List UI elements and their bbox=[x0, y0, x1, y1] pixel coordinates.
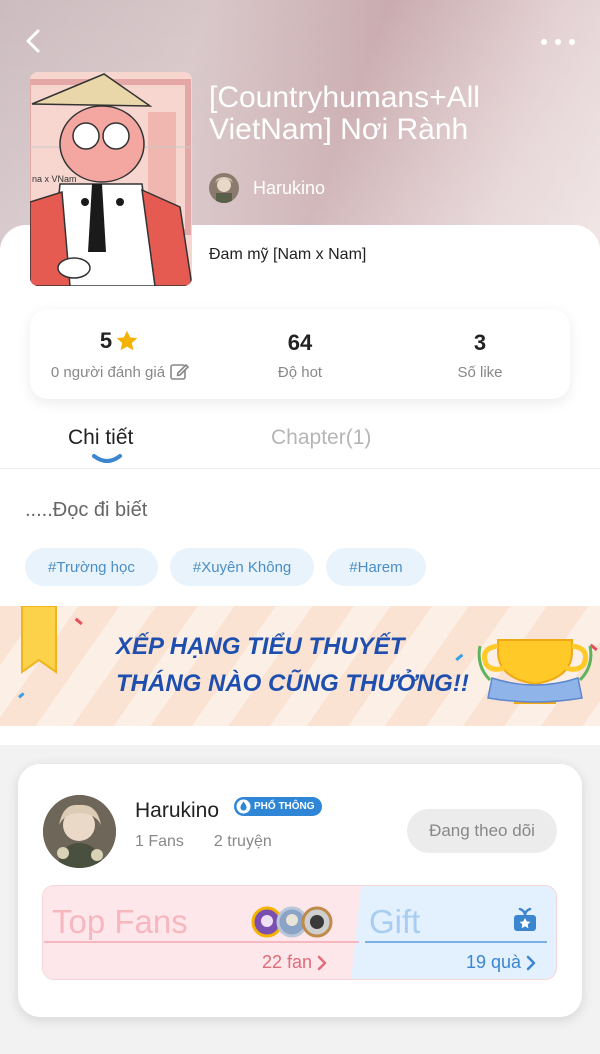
tabs-divider bbox=[0, 468, 600, 469]
hot-stat: 64 Độ hot bbox=[210, 309, 390, 399]
gift-count-link[interactable]: 19 quà bbox=[466, 952, 537, 973]
star-icon bbox=[116, 330, 138, 351]
author-avatar[interactable] bbox=[43, 795, 116, 868]
top-fans-underline bbox=[44, 941, 359, 943]
rating-value: 5 bbox=[99, 328, 113, 353]
top-fans-title: Top Fans bbox=[52, 903, 188, 940]
fan-count-link[interactable]: 22 fan bbox=[262, 952, 328, 973]
gift-count: 19 quà bbox=[466, 952, 522, 972]
story-author[interactable]: Harukino bbox=[209, 172, 325, 204]
hot-value: 64 bbox=[287, 329, 313, 355]
rating-label-row: 0 người đánh giá bbox=[51, 362, 189, 382]
more-options-icon[interactable] bbox=[538, 32, 578, 52]
rating-value-row: 5 bbox=[100, 326, 140, 356]
following-button[interactable]: Đang theo dõi bbox=[407, 809, 557, 853]
author-meta: 1 Fans 2 truyện bbox=[135, 833, 272, 851]
back-icon[interactable] bbox=[18, 24, 52, 58]
banner-line2: THÁNG NÀO CŨNG THƯỞNG!! bbox=[116, 670, 469, 697]
tag-list: #Trường học #Xuyên Không #Harem bbox=[25, 548, 426, 586]
top-fan-avatars[interactable] bbox=[251, 906, 333, 938]
badge-label: PHỔ THÔNG bbox=[254, 801, 315, 812]
gift-title: Gift bbox=[369, 903, 421, 940]
chevron-right-icon bbox=[526, 955, 536, 970]
drop-icon bbox=[236, 799, 251, 814]
story-cover-image[interactable]: na x VNam bbox=[30, 72, 192, 286]
author-card-name[interactable]: Harukino bbox=[135, 799, 219, 823]
likes-value: 3 bbox=[473, 329, 487, 355]
story-title: [Countryhumans+All VietNam] Nơi Rành bbox=[209, 81, 480, 146]
story-description: .....Đọc đi biết bbox=[25, 499, 148, 521]
gift-icon bbox=[514, 907, 536, 931]
likes-stat: 3 Số like bbox=[390, 309, 570, 399]
author-fans-count: 1 Fans bbox=[135, 833, 184, 850]
stats-panel: 5 0 người đánh giá 64 Độ hot 3 Số like bbox=[30, 309, 570, 399]
gift-underline bbox=[365, 941, 547, 943]
ranking-banner[interactable] bbox=[0, 606, 600, 726]
author-story-count: 2 truyện bbox=[213, 833, 272, 850]
tab-chapters[interactable]: Chapter(1) bbox=[271, 426, 371, 450]
rating-stat[interactable]: 5 0 người đánh giá bbox=[30, 309, 210, 399]
tab-detail[interactable]: Chi tiết bbox=[68, 426, 133, 450]
rating-label: 0 người đánh giá bbox=[50, 363, 166, 381]
bottom-spacer bbox=[0, 1033, 600, 1054]
svg-text:na x VNam: na x VNam bbox=[32, 174, 77, 184]
likes-label: Số like bbox=[457, 363, 503, 381]
tag-item[interactable]: #Harem bbox=[326, 548, 426, 586]
edit-icon[interactable] bbox=[169, 362, 189, 382]
tag-item[interactable]: #Trường học bbox=[25, 548, 158, 586]
chevron-right-icon bbox=[317, 955, 327, 970]
banner-line1: XẾP HẠNG TIỂU THUYẾT bbox=[116, 633, 405, 660]
fan-count: 22 fan bbox=[262, 952, 313, 972]
author-name: Harukino bbox=[253, 177, 326, 198]
member-badge: PHỔ THÔNG bbox=[234, 797, 322, 816]
story-genre: Đam mỹ [Nam x Nam] bbox=[209, 246, 367, 263]
tag-item[interactable]: #Xuyên Không bbox=[169, 548, 315, 586]
active-tab-indicator bbox=[92, 454, 122, 463]
hot-label: Độ hot bbox=[277, 363, 323, 381]
author-avatar-small bbox=[209, 173, 239, 203]
story-detail-page: na x VNam [Countryhumans+All VietNam] Nơ… bbox=[0, 0, 600, 1054]
